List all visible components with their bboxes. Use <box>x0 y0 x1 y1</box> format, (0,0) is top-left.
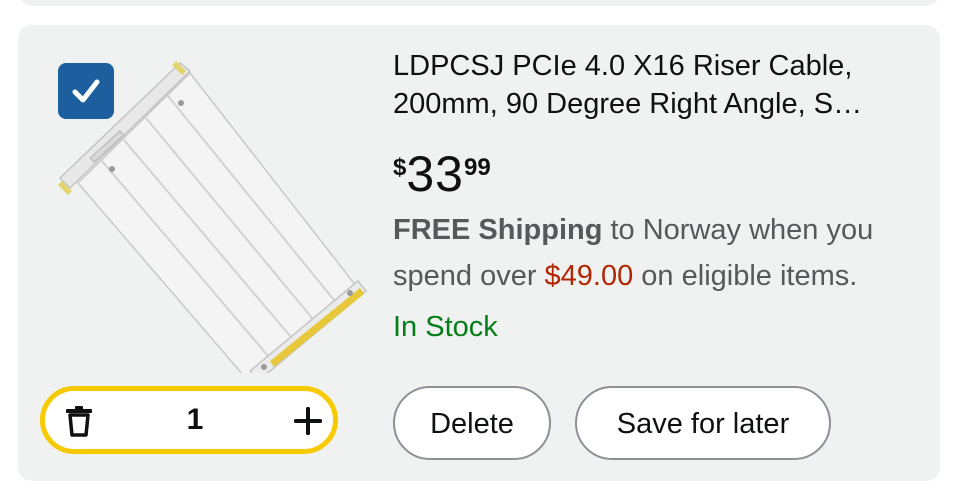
shipping-text-3: on eligible items. <box>633 260 858 292</box>
product-title-line-2: 200mm, 90 Degree Right Angle, S… <box>393 88 863 120</box>
save-for-later-button[interactable]: Save for later <box>575 386 831 460</box>
shipping-threshold-amount: $49.00 <box>544 260 634 292</box>
previous-cart-item-card <box>18 0 940 6</box>
stock-status: In Stock <box>393 311 498 343</box>
product-title[interactable]: LDPCSJ PCIe 4.0 X16 Riser Cable, 200mm, … <box>393 47 923 123</box>
product-title-line-1: LDPCSJ PCIe 4.0 X16 Riser Cable, <box>393 50 853 82</box>
shipping-line-1: FREE Shipping to Norway when you <box>393 207 933 253</box>
cart-item-card: LDPCSJ PCIe 4.0 X16 Riser Cable, 200mm, … <box>18 25 940 481</box>
price-fraction: 99 <box>463 154 491 181</box>
trash-icon[interactable] <box>63 405 95 437</box>
quantity-value: 1 <box>186 403 204 436</box>
free-shipping-label: FREE Shipping <box>393 214 603 246</box>
select-item-checkbox[interactable] <box>58 63 114 119</box>
shipping-text-2: spend over <box>393 260 545 292</box>
shipping-text-1: to Norway when you <box>602 214 874 246</box>
shipping-info: FREE Shipping to Norway when you spend o… <box>393 207 933 299</box>
delete-button[interactable]: Delete <box>393 386 551 460</box>
price-currency-symbol: $ <box>393 154 407 181</box>
shipping-line-2: spend over $49.00 on eligible items. <box>393 253 933 299</box>
quantity-stepper[interactable]: 1 <box>40 386 338 454</box>
plus-icon[interactable] <box>293 406 323 436</box>
product-price: $ 33 99 <box>393 147 491 207</box>
checkmark-icon <box>72 79 100 103</box>
price-whole: 33 <box>406 146 464 202</box>
